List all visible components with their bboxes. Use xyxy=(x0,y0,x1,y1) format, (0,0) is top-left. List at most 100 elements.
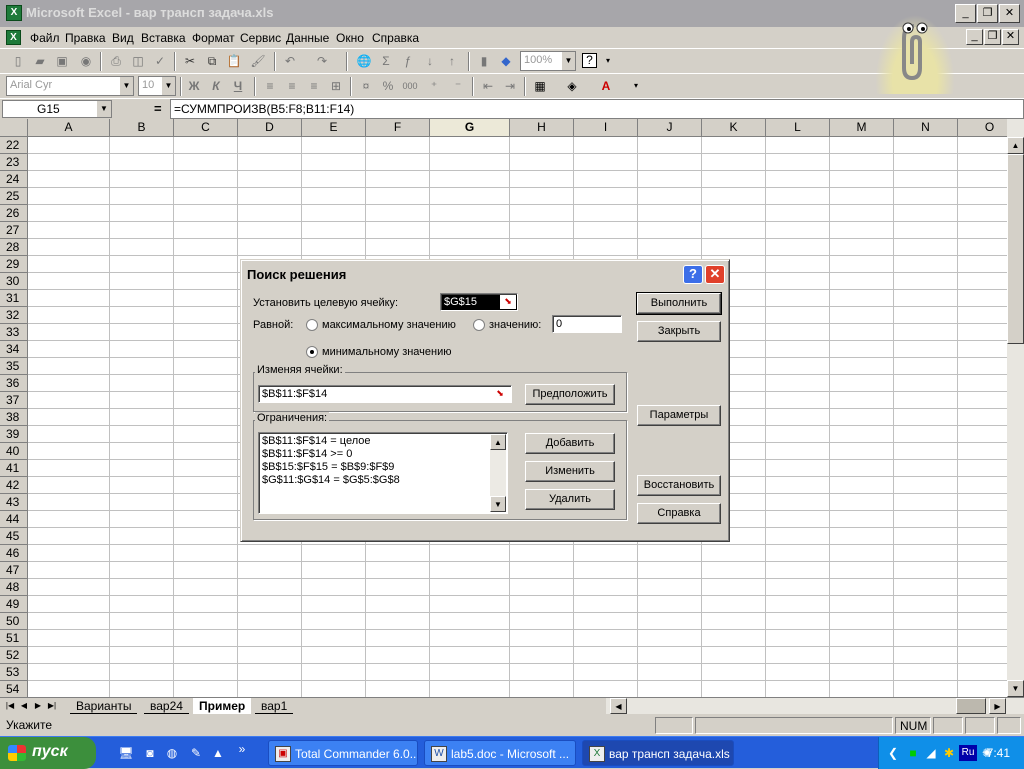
workbook-icon[interactable]: X xyxy=(6,30,21,45)
menu-tools[interactable]: Сервис xyxy=(240,31,281,45)
row-header-24[interactable]: 24 xyxy=(0,171,28,188)
excel-app-icon[interactable]: X xyxy=(6,5,22,21)
increase-decimal-icon[interactable]: ⁺ xyxy=(426,78,442,94)
doc-restore-button[interactable]: ❐ xyxy=(984,29,1001,45)
function-icon[interactable]: ƒ xyxy=(400,53,416,69)
app-icon[interactable]: ◍ xyxy=(164,745,180,761)
scroll-down-icon[interactable]: ▼ xyxy=(490,496,506,512)
row-header-25[interactable]: 25 xyxy=(0,188,28,205)
font-size-combo[interactable]: 10 ▼ xyxy=(138,76,176,96)
vertical-scrollbar[interactable]: ▲ ▼ xyxy=(1007,119,1024,697)
merge-center-icon[interactable]: ⊞ xyxy=(328,78,344,94)
zoom-combo[interactable]: 100% ▼ xyxy=(520,51,576,71)
chevron-down-icon[interactable]: ▼ xyxy=(119,77,133,95)
office-assistant[interactable] xyxy=(870,6,960,94)
row-header-52[interactable]: 52 xyxy=(0,647,28,664)
row-header-38[interactable]: 38 xyxy=(0,409,28,426)
column-header-c[interactable]: C xyxy=(174,119,238,137)
increase-indent-icon[interactable]: ⇥ xyxy=(502,78,518,94)
chart-wizard-icon[interactable]: ▮ xyxy=(476,53,492,69)
decrease-indent-icon[interactable]: ⇤ xyxy=(480,78,496,94)
add-button[interactable]: Добавить xyxy=(525,433,615,454)
constraint-item[interactable]: $B$11:$F$14 = целое xyxy=(262,435,370,447)
radio-value[interactable] xyxy=(473,319,485,331)
task-total-commander[interactable]: ▣ Total Commander 6.0... xyxy=(268,740,418,766)
row-header-43[interactable]: 43 xyxy=(0,494,28,511)
doc-close-button[interactable]: ✕ xyxy=(1002,29,1019,45)
dialog-help-button[interactable]: ? xyxy=(683,265,703,284)
toolbar-options-icon[interactable]: ▾ xyxy=(628,78,644,94)
copy-icon[interactable]: ⧉ xyxy=(204,53,220,69)
sheet-tab-var1[interactable]: вар1 xyxy=(255,698,294,714)
percent-button[interactable]: % xyxy=(380,78,396,94)
changing-cells-input[interactable]: $B$11:$F$14 xyxy=(258,385,512,403)
tray-expand-icon[interactable]: ❮ xyxy=(885,745,901,761)
column-header-b[interactable]: B xyxy=(110,119,174,137)
options-button[interactable]: Параметры xyxy=(637,405,721,426)
row-header-45[interactable]: 45 xyxy=(0,528,28,545)
drawing-icon[interactable]: ◆ xyxy=(498,53,514,69)
sort-desc-icon[interactable]: ↑ xyxy=(444,53,460,69)
column-header-a[interactable]: A xyxy=(28,119,110,137)
radio-max[interactable] xyxy=(306,319,318,331)
row-header-27[interactable]: 27 xyxy=(0,222,28,239)
solve-button[interactable]: Выполнить xyxy=(636,292,722,315)
column-header-o[interactable]: O xyxy=(958,119,1007,137)
dialog-close-button[interactable]: ✕ xyxy=(705,265,725,284)
chevron-down-icon[interactable]: ▼ xyxy=(161,77,175,95)
font-color-icon[interactable]: A xyxy=(598,78,614,94)
desktop-icon[interactable]: 🖥 xyxy=(118,745,134,761)
tray-language[interactable]: Ru xyxy=(959,745,977,761)
radio-value-label[interactable]: значению: xyxy=(489,319,541,331)
row-header-29[interactable]: 29 xyxy=(0,256,28,273)
last-sheet-icon[interactable]: ▶| xyxy=(46,699,58,713)
help-button[interactable]: Справка xyxy=(637,503,721,524)
font-name-combo[interactable]: Arial Cyr ▼ xyxy=(6,76,134,96)
sheet-tab-variants[interactable]: Варианты xyxy=(70,698,138,714)
fill-color-icon[interactable]: ◈ xyxy=(564,78,580,94)
row-header-36[interactable]: 36 xyxy=(0,375,28,392)
sort-asc-icon[interactable]: ↓ xyxy=(422,53,438,69)
new-icon[interactable]: ▯ xyxy=(10,53,26,69)
row-header-40[interactable]: 40 xyxy=(0,443,28,460)
row-header-37[interactable]: 37 xyxy=(0,392,28,409)
borders-icon[interactable]: ▦ xyxy=(532,78,548,94)
redo-icon[interactable]: ↷ xyxy=(314,53,330,69)
scroll-right-icon[interactable]: ▶ xyxy=(989,698,1006,714)
column-header-h[interactable]: H xyxy=(510,119,574,137)
column-header-n[interactable]: N xyxy=(894,119,958,137)
value-of-input[interactable]: 0 xyxy=(552,315,622,333)
chevron-right-icon[interactable]: » xyxy=(234,741,250,757)
row-header-32[interactable]: 32 xyxy=(0,307,28,324)
hscroll-thumb[interactable] xyxy=(956,698,986,714)
format-painter-icon[interactable]: 🖌 xyxy=(250,53,266,69)
underline-button[interactable]: Ч xyxy=(230,78,246,94)
thousands-button[interactable]: 000 xyxy=(402,78,418,94)
row-header-26[interactable]: 26 xyxy=(0,205,28,222)
row-header-33[interactable]: 33 xyxy=(0,324,28,341)
row-header-31[interactable]: 31 xyxy=(0,290,28,307)
undo-icon[interactable]: ↶ xyxy=(282,53,298,69)
currency-icon[interactable]: ¤ xyxy=(358,78,374,94)
chevron-down-icon[interactable]: ▼ xyxy=(561,52,575,70)
row-header-28[interactable]: 28 xyxy=(0,239,28,256)
permission-icon[interactable]: ◉ xyxy=(78,53,94,69)
scroll-down-icon[interactable]: ▼ xyxy=(1007,680,1024,697)
bold-button[interactable]: Ж xyxy=(186,78,202,94)
sheet-tab-example[interactable]: Пример xyxy=(193,698,252,714)
sheet-tab-var24[interactable]: вар24 xyxy=(144,698,189,714)
menu-file[interactable]: Файл xyxy=(30,31,60,45)
menu-format[interactable]: Формат xyxy=(192,31,235,45)
column-header-l[interactable]: L xyxy=(766,119,830,137)
media-icon[interactable]: ◙ xyxy=(142,745,158,761)
target-ref-icon[interactable]: ⬊ xyxy=(500,295,516,309)
column-header-g[interactable]: G xyxy=(430,119,510,137)
close-button[interactable]: Закрыть xyxy=(637,321,721,342)
name-box[interactable]: G15 ▼ xyxy=(2,100,112,118)
task-excel[interactable]: Xвар трансп задача.xls xyxy=(582,740,734,766)
radio-min-label[interactable]: минимальному значению xyxy=(322,346,452,358)
constraints-scrollbar[interactable]: ▲ ▼ xyxy=(490,434,506,512)
row-header-42[interactable]: 42 xyxy=(0,477,28,494)
row-header-53[interactable]: 53 xyxy=(0,664,28,681)
column-header-d[interactable]: D xyxy=(238,119,302,137)
